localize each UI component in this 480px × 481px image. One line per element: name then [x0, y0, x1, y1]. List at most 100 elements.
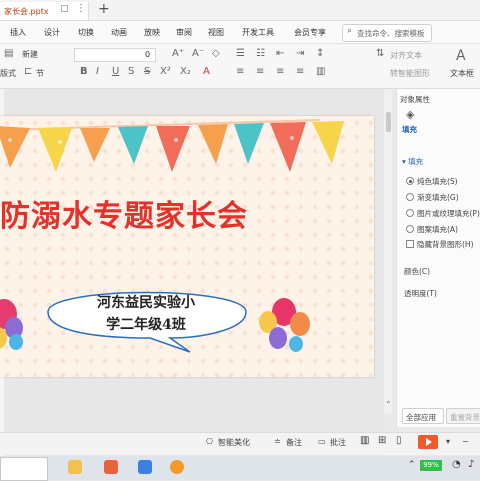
bullets-icon[interactable]: ☰ [236, 48, 245, 59]
align-right-icon[interactable]: ≡ [276, 66, 284, 77]
option-pattern-fill[interactable]: 图案填充(A) [417, 224, 458, 235]
volume-icon[interactable]: ♪ [468, 459, 474, 470]
bunting-decoration [0, 119, 344, 353]
menu-animation[interactable]: 动画 [111, 27, 127, 38]
indent-increase-icon[interactable]: ⇥ [296, 48, 304, 59]
tab-fill[interactable]: 填充 [402, 124, 417, 135]
radio-gradient-fill[interactable] [406, 193, 414, 201]
radio-picture-fill[interactable] [406, 209, 414, 217]
shadow-icon[interactable]: S [128, 66, 134, 77]
new-slide-button[interactable]: 新建 [22, 49, 38, 60]
convert-smartart-button[interactable]: 转智能图形 [390, 68, 430, 79]
scrollbar-thumb[interactable] [386, 112, 391, 132]
smart-beautify-icon[interactable]: ⎔ [206, 437, 213, 446]
normal-view-icon[interactable]: ▥ [360, 435, 369, 446]
bunting-flag [80, 128, 110, 162]
battery-indicator[interactable]: 99% [420, 460, 442, 471]
new-tab-button[interactable]: + [98, 1, 110, 17]
close-tab-icon[interactable]: ⋮ [76, 3, 86, 14]
option-gradient-fill[interactable]: 渐变填充(G) [417, 192, 459, 203]
line-spacing-icon[interactable]: ↕ [316, 48, 324, 59]
taskbar-search-input[interactable] [0, 457, 48, 481]
text-box-button[interactable]: 文本框 [450, 68, 474, 79]
font-color-icon[interactable]: A [203, 66, 210, 77]
text-direction-icon[interactable]: ⇅ [376, 48, 384, 59]
subscript-icon[interactable]: X₂ [180, 66, 191, 77]
hide-background-label: 隐藏背景图形(H) [417, 240, 474, 249]
slide-title[interactable]: 防溺水专题家长会 [0, 191, 374, 235]
zoom-menu-icon[interactable]: ▾ [446, 437, 450, 446]
class-name-bubble[interactable]: 河东益民实验小 学二年级4班 [44, 290, 248, 336]
section-button[interactable]: 节 [36, 68, 44, 79]
radio-pattern-fill[interactable] [406, 225, 414, 233]
menu-design[interactable]: 设计 [44, 27, 60, 38]
align-text-button[interactable]: 对齐文本 [390, 50, 422, 61]
comments-button[interactable]: 批注 [330, 437, 346, 448]
menu-member[interactable]: 会员专享 [294, 27, 326, 38]
superscript-icon[interactable]: X² [160, 66, 171, 77]
section-icon[interactable]: ⊏ [24, 66, 32, 77]
paste-icon[interactable]: ▤ [4, 48, 13, 59]
file-explorer-icon[interactable] [68, 460, 82, 474]
command-search-input[interactable]: ⌕ 查找命令、搜索模板 [342, 24, 432, 42]
notes-icon[interactable]: ≐ [274, 437, 281, 446]
transparency-label: 透明度(T) [404, 289, 437, 298]
bunting-flag [270, 122, 306, 172]
document-tab-title: 家长会.pptx [4, 7, 49, 16]
smart-beautify-button[interactable]: 智能美化 [218, 437, 250, 448]
play-slideshow-button[interactable] [418, 435, 438, 449]
option-picture-fill[interactable]: 图片或纹理填充(P) [417, 208, 480, 219]
bunting-flag [118, 126, 148, 164]
canvas-scrollbar[interactable] [384, 89, 392, 414]
font-size-value: 0 [145, 50, 151, 59]
tray-expand-icon[interactable]: ⌃ [408, 460, 416, 470]
clear-format-icon[interactable]: ◇ [212, 48, 220, 59]
distributed-icon[interactable]: ▥ [316, 66, 325, 77]
scroll-prev-icon[interactable]: ⌃ [385, 400, 392, 409]
menu-review[interactable]: 审阅 [176, 27, 192, 38]
strikethrough-icon[interactable]: S [144, 66, 150, 77]
layout-button[interactable]: 版式 [0, 68, 16, 79]
fill-section-header[interactable]: ▾ 填充 [402, 156, 423, 167]
bold-icon[interactable]: B [80, 66, 88, 77]
app-icon[interactable] [138, 460, 152, 474]
reading-view-icon[interactable]: ▯ [396, 435, 402, 446]
numbering-icon[interactable]: ☷ [256, 48, 265, 59]
radio-solid-fill[interactable] [406, 177, 414, 185]
wps-presentation-icon[interactable] [104, 460, 118, 474]
font-size-select[interactable]: 0 [74, 48, 156, 62]
zoom-out-icon[interactable]: − [462, 437, 469, 446]
bunting-flag [156, 126, 190, 172]
menu-developer[interactable]: 开发工具 [242, 27, 274, 38]
fill-bucket-icon[interactable]: ◈ [406, 108, 414, 121]
justify-icon[interactable]: ≡ [296, 66, 304, 77]
comments-icon[interactable]: ▭ [318, 437, 326, 446]
window-restore-icon[interactable]: ▢ [60, 4, 69, 14]
indent-decrease-icon[interactable]: ⇤ [276, 48, 284, 59]
notes-button[interactable]: 备注 [286, 437, 302, 448]
browser-icon[interactable] [170, 460, 184, 474]
option-solid-fill[interactable]: 纯色填充(S) [417, 176, 458, 187]
bubble-text-line-2: 学二年级4班 [106, 317, 186, 333]
underline-icon[interactable]: U [112, 66, 119, 77]
apply-all-button[interactable]: 全部应用 [402, 408, 444, 424]
decrease-font-icon[interactable]: A⁻ [192, 48, 204, 59]
reset-background-button[interactable]: 重置背景 [446, 408, 480, 424]
text-box-icon[interactable]: A [456, 48, 466, 64]
align-left-icon[interactable]: ≡ [236, 66, 244, 77]
bunting-flag [38, 128, 72, 172]
italic-icon[interactable]: I [96, 66, 99, 77]
reset-background-label: 重置背景 [450, 413, 480, 422]
slide[interactable]: 防溺水专题家长会 河东益民实验小 学二年级4班 [0, 116, 374, 377]
network-icon[interactable]: ◔ [452, 459, 461, 470]
menu-insert[interactable]: 插入 [10, 27, 26, 38]
align-center-icon[interactable]: ≡ [256, 66, 264, 77]
menu-transition[interactable]: 切换 [78, 27, 94, 38]
menu-slideshow[interactable]: 放映 [144, 27, 160, 38]
slide-sorter-icon[interactable]: ⊞ [378, 435, 386, 446]
increase-font-icon[interactable]: A⁺ [172, 48, 184, 59]
hide-background-checkbox[interactable] [406, 240, 414, 248]
object-properties-panel [396, 89, 480, 427]
apply-all-label: 全部应用 [406, 413, 436, 422]
menu-view[interactable]: 视图 [208, 27, 224, 38]
